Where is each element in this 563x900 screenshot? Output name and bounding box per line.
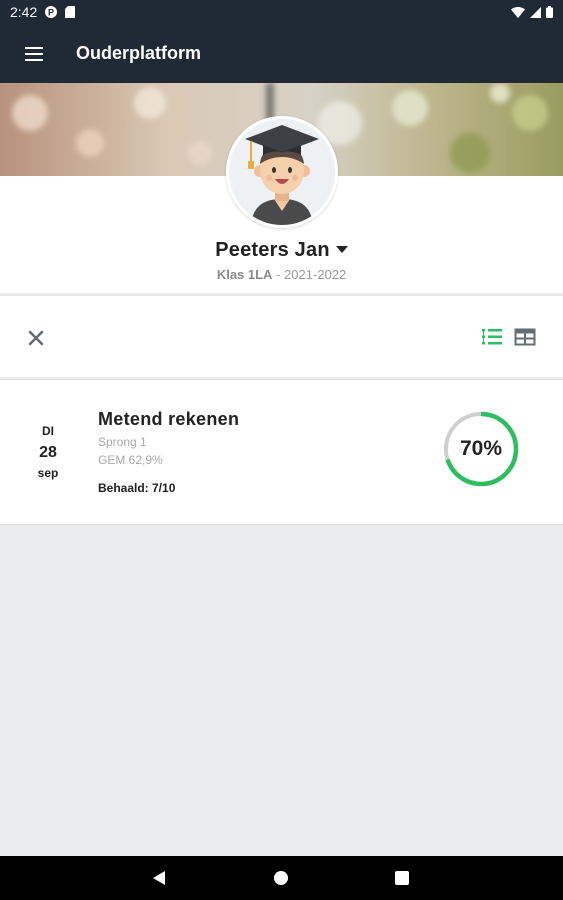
student-avatar[interactable] (226, 116, 338, 228)
table-view-button[interactable] (514, 326, 536, 348)
result-title: Metend rekenen (98, 409, 240, 429)
nav-back-button[interactable] (152, 870, 166, 891)
date-month: sep (37, 466, 59, 480)
result-card[interactable]: DI 28 sep Metend rekenen Sprong 1 GEM 62… (0, 379, 563, 525)
graduate-avatar-icon (229, 119, 335, 225)
date-day-number: 28 (39, 444, 57, 461)
signal-icon (530, 6, 541, 18)
score-label: 70% (459, 437, 503, 460)
hamburger-icon (25, 46, 43, 61)
app-bar: Ouderplatform (0, 24, 563, 83)
wifi-icon (511, 6, 525, 18)
result-subtitle: Sprong 1 (98, 435, 147, 449)
status-bar: 2:42 P (0, 0, 563, 24)
result-average: GEM 62,9% (98, 453, 163, 467)
nav-home-button[interactable] (274, 871, 288, 885)
sd-card-icon (65, 6, 76, 18)
meta-separator: - (272, 267, 285, 282)
app-title: Ouderplatform (76, 43, 202, 63)
filter-toolbar (0, 295, 563, 377)
date-weekday: DI (42, 424, 54, 438)
battery-icon (546, 6, 553, 18)
notification-p-icon: P (45, 6, 58, 18)
menu-button[interactable] (0, 24, 68, 83)
close-icon (28, 330, 44, 346)
table-view-icon (514, 328, 536, 346)
close-button[interactable] (25, 327, 47, 349)
list-view-icon (482, 329, 502, 345)
result-date: DI 28 sep (24, 424, 72, 480)
svg-text:P: P (48, 8, 54, 18)
dropdown-caret-icon (335, 246, 348, 254)
result-achieved: Behaald: 7/10 (98, 481, 176, 495)
school-year: 2021-2022 (284, 267, 347, 282)
nav-recents-button[interactable] (395, 871, 409, 885)
back-triangle-icon (153, 871, 165, 885)
student-selector[interactable]: Peeters Jan (0, 239, 563, 262)
list-view-button[interactable] (481, 326, 503, 348)
system-nav-bar (0, 856, 563, 900)
status-time: 2:42 (10, 4, 38, 20)
student-meta: Klas 1LA - 2021-2022 (0, 267, 563, 282)
student-class: Klas 1LA (216, 267, 273, 282)
student-name: Peeters Jan (215, 239, 330, 261)
